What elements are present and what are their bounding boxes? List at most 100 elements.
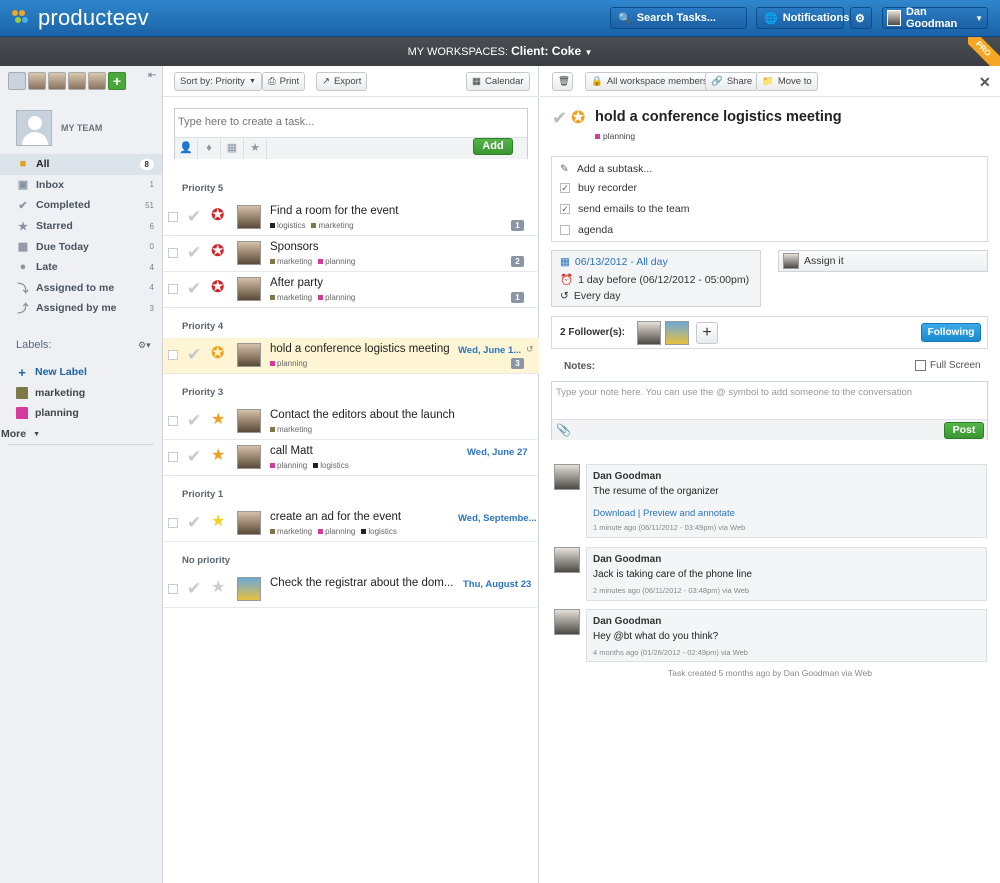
post-button[interactable]: Post bbox=[944, 422, 984, 439]
complete-check-icon[interactable]: ✔ bbox=[187, 244, 201, 261]
task-row[interactable]: ✔ ★ create an ad for the event marketing… bbox=[163, 506, 539, 542]
complete-check-icon[interactable]: ✔ bbox=[187, 412, 201, 429]
delete-task-button[interactable]: 🗑 bbox=[552, 72, 573, 91]
star-icon[interactable]: ★ bbox=[211, 580, 225, 596]
add-follower-button[interactable]: + bbox=[696, 321, 719, 344]
workspace-members-button[interactable]: 🔒 All workspace members bbox=[585, 72, 714, 91]
task-select-checkbox[interactable] bbox=[168, 350, 178, 360]
sort-button[interactable]: Sort by: Priority ▼ bbox=[174, 72, 262, 91]
search-tasks-button[interactable]: 🔍 Search Tasks... bbox=[610, 7, 747, 29]
star-icon[interactable]: ✪ bbox=[211, 244, 224, 260]
paperclip-icon[interactable]: 📎 bbox=[556, 423, 571, 437]
task-row[interactable]: ✔ ★ call Matt planning logistics Wed, Jun… bbox=[163, 440, 539, 476]
task-row[interactable]: ✔ ✪ Find a room for the event logistics m… bbox=[163, 200, 539, 236]
member-avatar[interactable] bbox=[68, 72, 86, 90]
my-team[interactable]: MY TEAM bbox=[16, 110, 102, 146]
new-label-button[interactable]: + New Label bbox=[16, 362, 87, 383]
full-screen-button[interactable]: Full Screen bbox=[915, 360, 981, 371]
sidebar-item-inbox[interactable]: ▣ Inbox 1 bbox=[0, 175, 162, 196]
star-icon[interactable]: ✪ bbox=[211, 280, 224, 296]
calendar-button[interactable]: ▦ Calendar bbox=[466, 72, 530, 91]
subtask-checkbox[interactable]: ✓ bbox=[560, 204, 570, 214]
note-input[interactable]: Type your note here. You can use the @ s… bbox=[556, 387, 912, 398]
close-icon[interactable]: ✕ bbox=[979, 74, 991, 91]
star-icon[interactable]: ★ bbox=[211, 514, 225, 530]
follower-avatar[interactable] bbox=[637, 320, 662, 345]
calendar-icon[interactable]: ▦ bbox=[221, 138, 244, 159]
print-button[interactable]: ⎙ Print bbox=[262, 72, 306, 91]
tag-icon[interactable]: ♦ bbox=[198, 138, 221, 159]
follower-avatar[interactable] bbox=[665, 320, 690, 345]
subtask-item[interactable]: ✓ buy recorder bbox=[560, 182, 637, 194]
sidebar-item-all[interactable]: ■ All 8 bbox=[0, 154, 162, 175]
star-icon[interactable]: ✪ bbox=[211, 208, 224, 224]
task-row[interactable]: ✔ ★ Contact the editors about the launch… bbox=[163, 404, 539, 440]
move-to-button[interactable]: 📁 Move to bbox=[756, 72, 818, 91]
team-avatar[interactable] bbox=[8, 72, 26, 90]
task-row[interactable]: ✔ ✪ After party marketing planning 1 bbox=[163, 272, 539, 308]
task-select-checkbox[interactable] bbox=[168, 248, 178, 258]
sidebar-item-assigned-by-me[interactable]: ⤴ Assigned by me 3 bbox=[0, 298, 162, 319]
subtask-checkbox[interactable]: ✓ bbox=[560, 183, 570, 193]
labels-settings-icon[interactable]: ⚙▾ bbox=[138, 340, 151, 351]
task-detail-title[interactable]: hold a conference logistics meeting bbox=[595, 109, 842, 125]
member-avatar[interactable] bbox=[28, 72, 46, 90]
sidebar-item-late[interactable]: ● Late 4 bbox=[0, 257, 162, 278]
sidebar-item-assigned-to-me[interactable]: ⤵ Assigned to me 4 bbox=[0, 278, 162, 299]
label-planning[interactable]: planning bbox=[16, 403, 87, 424]
task-select-checkbox[interactable] bbox=[168, 518, 178, 528]
complete-check-icon[interactable]: ✔ bbox=[187, 580, 201, 597]
attachment-link[interactable]: Download | Preview and annotate bbox=[593, 508, 735, 519]
complete-check-icon[interactable]: ✔ bbox=[552, 108, 567, 129]
complete-check-icon[interactable]: ✔ bbox=[187, 280, 201, 297]
task-select-checkbox[interactable] bbox=[168, 212, 178, 222]
app-logo[interactable]: producteev bbox=[12, 5, 149, 31]
star-icon: ★ bbox=[18, 220, 28, 233]
sidebar-item-completed[interactable]: ✔ Completed 51 bbox=[0, 195, 162, 216]
calendar-icon: ▦ bbox=[560, 256, 570, 268]
subtask-item[interactable]: ✓ send emails to the team bbox=[560, 203, 689, 215]
label-marketing[interactable]: marketing bbox=[16, 383, 87, 404]
complete-check-icon[interactable]: ✔ bbox=[187, 448, 201, 465]
task-select-checkbox[interactable] bbox=[168, 452, 178, 462]
member-avatar[interactable] bbox=[48, 72, 66, 90]
member-avatar[interactable] bbox=[88, 72, 106, 90]
add-subtask-input[interactable]: ✎ Add a subtask... bbox=[560, 163, 652, 175]
export-button[interactable]: ↗ Export bbox=[316, 72, 368, 91]
star-icon[interactable]: ★ bbox=[244, 138, 267, 159]
priority-group-label: Priority 5 bbox=[182, 183, 224, 194]
task-row[interactable]: ✔ ✪ Sponsors marketing planning 2 bbox=[163, 236, 539, 272]
task-select-checkbox[interactable] bbox=[168, 416, 178, 426]
star-icon[interactable]: ★ bbox=[211, 412, 225, 428]
sidebar-item-due-today[interactable]: ▦ Due Today 0 bbox=[0, 236, 162, 257]
add-member-button[interactable]: + bbox=[108, 72, 126, 90]
settings-button[interactable]: ⚙ bbox=[850, 7, 872, 29]
sidebar-item-starred[interactable]: ★ Starred 6 bbox=[0, 216, 162, 237]
folder-icon: 📁 bbox=[762, 76, 774, 87]
assign-button[interactable]: Assign it bbox=[778, 250, 988, 272]
collapse-sidebar-icon[interactable]: ⇤ bbox=[148, 70, 156, 81]
complete-check-icon[interactable]: ✔ bbox=[187, 208, 201, 225]
workspace-selector[interactable]: Client: Coke ▼ bbox=[511, 44, 592, 58]
complete-check-icon[interactable]: ✔ bbox=[187, 346, 201, 363]
more-labels-button[interactable]: More ▼ bbox=[0, 424, 87, 445]
task-row-selected[interactable]: ✔ ✪ hold a conference logistics meeting … bbox=[163, 338, 539, 374]
notifications-button[interactable]: 🌐 Notifications bbox=[756, 7, 849, 29]
complete-check-icon[interactable]: ✔ bbox=[187, 514, 201, 531]
task-select-checkbox[interactable] bbox=[168, 584, 178, 594]
following-button[interactable]: Following bbox=[921, 323, 981, 342]
assign-user-icon[interactable]: 👤 bbox=[175, 138, 198, 159]
task-tag-label: planning bbox=[325, 257, 356, 266]
add-task-button[interactable]: Add bbox=[473, 138, 513, 155]
share-button[interactable]: 🔗 Share bbox=[705, 72, 759, 91]
user-menu-button[interactable]: Dan Goodman ▼ bbox=[882, 6, 988, 30]
due-date-box[interactable]: ▦ 06/13/2012 - All day ⏰ 1 day before (06/… bbox=[551, 250, 761, 307]
task-row[interactable]: ✔ ★ Check the registrar about the dom...… bbox=[163, 572, 539, 608]
star-icon[interactable]: ★ bbox=[211, 448, 225, 464]
star-icon[interactable]: ✪ bbox=[571, 108, 585, 128]
subtask-checkbox[interactable] bbox=[560, 225, 570, 235]
star-icon[interactable]: ✪ bbox=[211, 346, 224, 362]
task-select-checkbox[interactable] bbox=[168, 284, 178, 294]
new-task-input[interactable] bbox=[178, 113, 518, 131]
subtask-item[interactable]: agenda bbox=[560, 224, 613, 236]
